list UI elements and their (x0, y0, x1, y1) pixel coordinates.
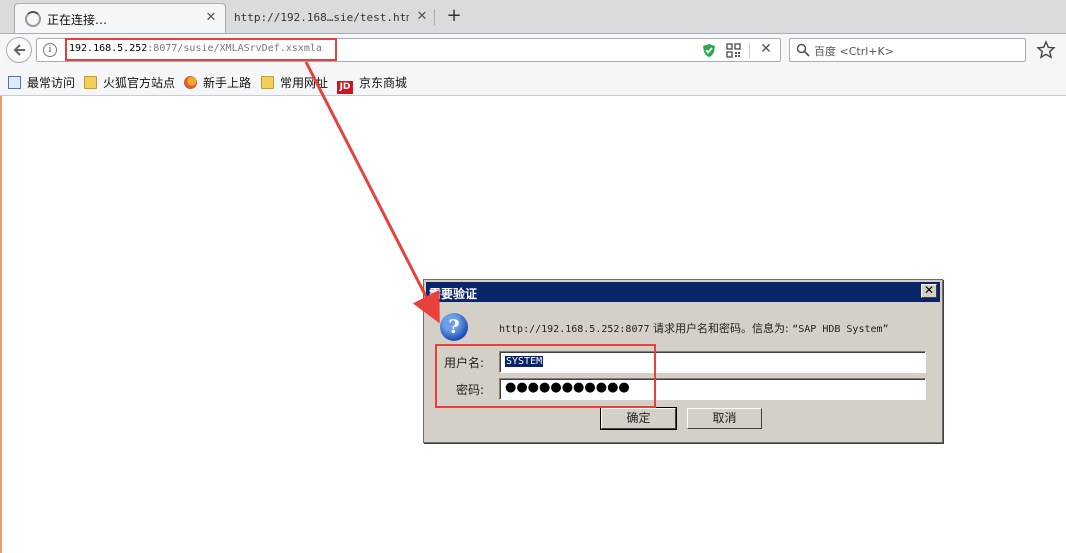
search-icon (796, 43, 810, 57)
url-bar-divider (749, 43, 750, 58)
tab-test-html[interactable]: http://192.168…sie/test.html ✕ (226, 3, 434, 33)
url-highlight-box (65, 38, 337, 61)
bookmark-label: 京东商城 (359, 76, 408, 90)
bookmark-label: 新手上路 (203, 76, 252, 90)
bookmark-getting-started[interactable]: 新手上路 (184, 74, 251, 90)
back-arrow-icon (13, 44, 25, 56)
close-tab-icon[interactable]: ✕ (414, 9, 430, 25)
frequent-icon (8, 76, 21, 89)
tab-title: http://192.168…sie/test.html (234, 11, 409, 24)
message-realm: “SAP HDB System” (792, 324, 889, 335)
message-host: http://192.168.5.252:8077 (499, 324, 650, 335)
bookmark-jd-mall[interactable]: JD 京东商城 (337, 74, 408, 94)
dialog-titlebar[interactable]: 需要验证 ✕ (426, 282, 940, 302)
bookmark-star-icon[interactable] (1036, 40, 1056, 60)
bookmark-label: 常用网址 (280, 76, 329, 90)
stop-loading-icon[interactable]: ✕ (757, 40, 775, 58)
back-button[interactable] (6, 37, 32, 63)
tab-connecting[interactable]: 正在连接… ✕ (14, 3, 226, 33)
question-icon: ? (440, 313, 468, 341)
ok-button[interactable]: 确定 (600, 407, 677, 430)
message-text: 请求用户名和密码。信息为: (649, 322, 793, 335)
qr-code-icon[interactable] (726, 43, 741, 58)
close-tab-icon[interactable]: ✕ (203, 10, 219, 26)
jd-icon: JD (337, 81, 353, 94)
search-bar[interactable]: 百度 <Ctrl+K> (789, 38, 1026, 62)
content-edge (0, 96, 2, 553)
search-placeholder: 百度 <Ctrl+K> (814, 45, 894, 58)
tab-strip: 正在连接… ✕ http://192.168…sie/test.html ✕ + (0, 0, 1066, 34)
tab-divider (434, 9, 435, 25)
dialog-title: 需要验证 (429, 287, 478, 301)
dialog-message: http://192.168.5.252:8077 请求用户名和密码。信息为: … (499, 320, 889, 336)
bookmark-common-sites[interactable]: 常用网址 (261, 74, 328, 90)
credentials-highlight-box (435, 344, 656, 408)
bookmark-most-visited[interactable]: 最常访问 (8, 74, 75, 90)
bookmark-label: 最常访问 (27, 76, 76, 90)
bookmark-label: 火狐官方站点 (103, 76, 176, 90)
folder-icon (261, 76, 274, 89)
dialog-close-button[interactable]: ✕ (921, 284, 937, 298)
new-tab-button[interactable]: + (444, 6, 464, 26)
bookmarks-toolbar: 最常访问 火狐官方站点 新手上路 常用网址 JD 京东商城 (0, 68, 1066, 96)
loading-spinner-icon (25, 11, 41, 27)
bookmark-firefox-official[interactable]: 火狐官方站点 (84, 74, 175, 90)
cancel-button[interactable]: 取消 (687, 408, 762, 429)
firefox-icon (184, 76, 197, 89)
folder-icon (84, 76, 97, 89)
info-icon[interactable]: i (43, 43, 57, 57)
shield-icon[interactable] (702, 43, 716, 58)
tab-title: 正在连接… (47, 13, 108, 27)
